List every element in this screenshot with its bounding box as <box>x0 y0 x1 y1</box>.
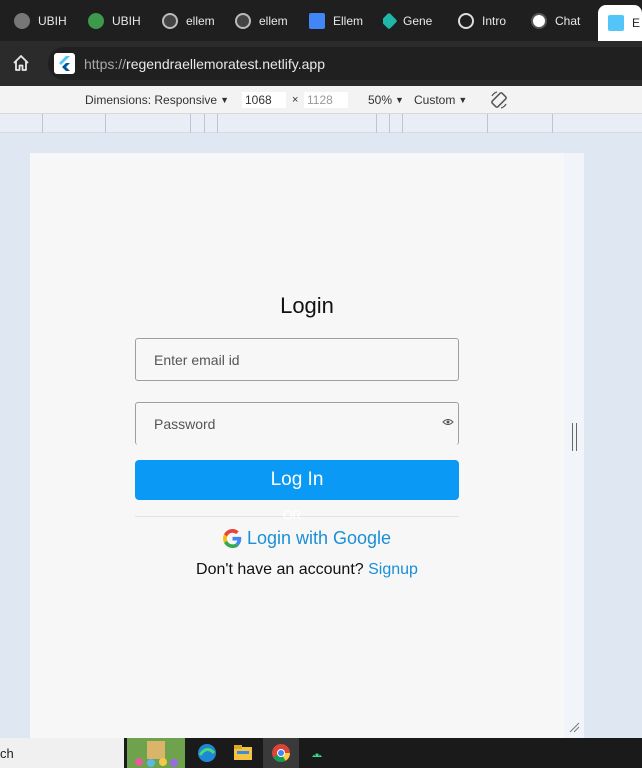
tab-label: Gene <box>403 14 433 28</box>
url-field[interactable]: https://regendraellemoratest.netlify.app <box>48 47 642 80</box>
login-page: Login Log In OR Login with Google Don't … <box>30 153 584 750</box>
tab-label: UBIH <box>38 14 67 28</box>
caret-down-icon: ▼ <box>220 95 229 105</box>
file-explorer-icon[interactable] <box>231 741 255 765</box>
android-studio-icon[interactable] <box>305 741 329 765</box>
google-icon <box>222 529 242 548</box>
tab-ubih-2[interactable]: UBIH <box>88 8 146 34</box>
home-icon[interactable] <box>12 54 30 72</box>
widget-castle-icon[interactable] <box>127 738 185 768</box>
tab-active-flutter[interactable]: E <box>598 5 642 41</box>
tab-openai-intro[interactable]: Intro <box>458 8 514 34</box>
signup-link[interactable]: Signup <box>368 561 418 578</box>
address-bar: https://regendraellemoratest.netlify.app <box>0 41 642 86</box>
tab-ubih-1[interactable]: UBIH <box>14 8 76 34</box>
tab-label: UBIH <box>112 14 141 28</box>
browser-tab-strip: UBIH UBIH ellem ellem Ellem Gene Intro C… <box>0 0 642 41</box>
times-symbol: × <box>292 94 299 106</box>
login-button[interactable]: Log In <box>135 460 459 500</box>
clover-icon <box>88 13 104 29</box>
openai-icon <box>531 13 547 29</box>
zoom-dropdown[interactable]: 50% ▼ <box>368 93 404 107</box>
no-account-text: Don't have an account? <box>196 561 364 578</box>
media-query-bar[interactable] <box>0 114 642 133</box>
corner-resize-icon[interactable] <box>568 721 580 733</box>
tab-gemini[interactable]: Gene <box>383 8 439 34</box>
tab-label: ellem <box>186 14 215 28</box>
tab-doc[interactable]: Ellem <box>309 8 365 34</box>
gemini-icon <box>383 12 398 30</box>
tab-github-1[interactable]: ellem <box>162 8 218 34</box>
emulated-viewport: Login Log In OR Login with Google Don't … <box>0 133 642 750</box>
devtools-device-toolbar: Dimensions: Responsive▼ × 50%▼ Custom▼ <box>0 86 642 114</box>
caret-down-icon: ▼ <box>395 95 404 105</box>
edge-icon[interactable] <box>195 741 219 765</box>
openai-icon <box>458 13 474 29</box>
password-field[interactable] <box>135 402 459 445</box>
flutter-icon <box>54 53 75 74</box>
os-taskbar: ch <box>0 738 642 768</box>
tab-github-2[interactable]: ellem <box>235 8 291 34</box>
dimensions-dropdown[interactable]: Dimensions: Responsive ▼ <box>85 93 229 107</box>
chrome-icon[interactable] <box>269 741 293 765</box>
tab-openai-chat[interactable]: Chat <box>531 8 587 34</box>
eye-icon[interactable] <box>442 418 454 426</box>
flutter-icon <box>608 15 624 31</box>
url-text: https://regendraellemoratest.netlify.app <box>84 56 325 72</box>
right-resize-handle[interactable] <box>572 423 577 451</box>
github-icon <box>235 13 251 29</box>
taskbar-search[interactable]: ch <box>0 738 124 768</box>
doc-icon <box>309 13 325 29</box>
caret-down-icon: ▼ <box>458 95 468 105</box>
or-label: OR <box>283 508 301 522</box>
signup-row: Don't have an account? Signup <box>30 561 584 579</box>
google-login[interactable]: Login with Google <box>30 528 584 549</box>
tab-label: ellem <box>259 14 288 28</box>
email-field[interactable] <box>135 338 459 381</box>
tab-label: Ellem <box>333 14 364 28</box>
height-input[interactable] <box>303 91 349 109</box>
tab-label: E <box>632 16 641 30</box>
throttle-dropdown[interactable]: Custom ▼ <box>414 93 467 107</box>
tab-label: Intro <box>482 14 507 28</box>
google-login-link[interactable]: Login with Google <box>247 528 391 549</box>
github-icon <box>162 13 178 29</box>
globe-icon <box>14 13 30 29</box>
page-title: Login <box>280 293 334 318</box>
tab-label: Chat <box>555 14 581 28</box>
width-input[interactable] <box>241 91 287 109</box>
rotate-icon[interactable] <box>489 90 509 110</box>
